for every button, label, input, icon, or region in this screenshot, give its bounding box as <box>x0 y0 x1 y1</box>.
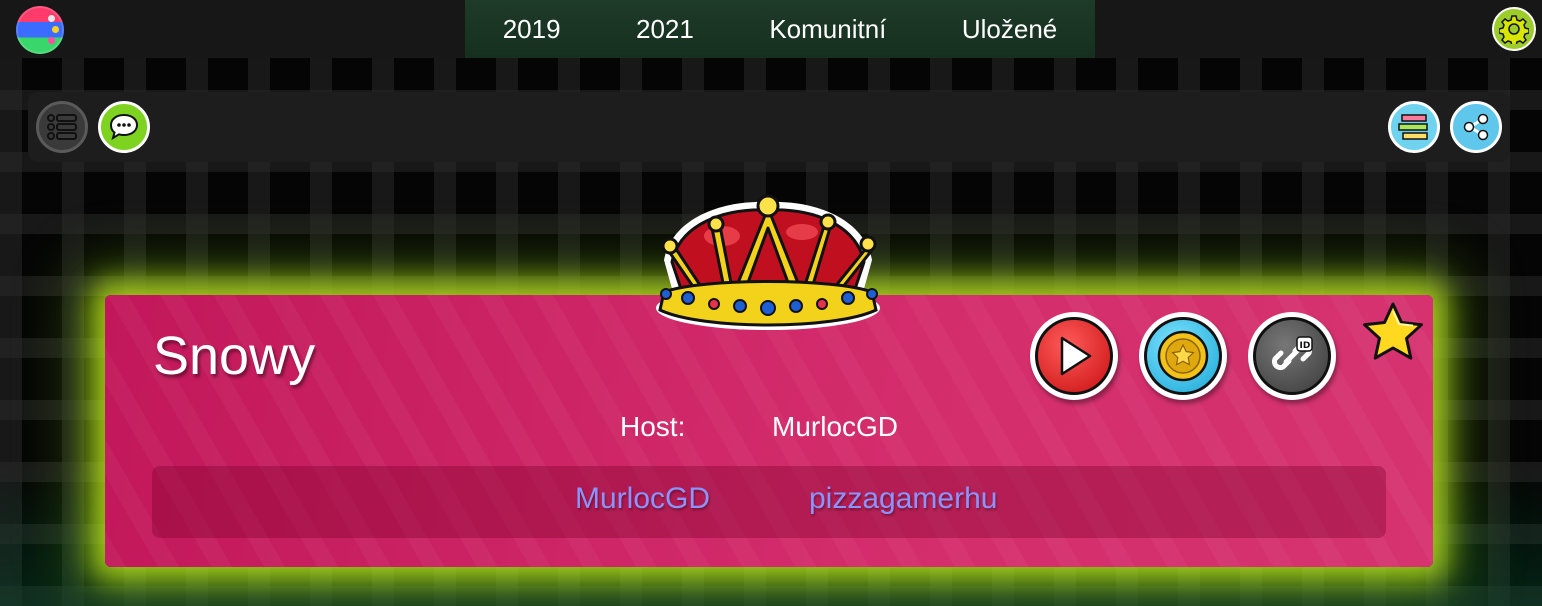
link-icon: ID <box>1271 336 1313 371</box>
nav-item-community[interactable]: Komunitní <box>763 14 892 45</box>
nav-item-saved[interactable]: Uložené <box>956 14 1063 45</box>
creators-list: MurlocGD pizzagamerhu <box>152 466 1386 538</box>
share-icon <box>1463 113 1489 141</box>
settings-button[interactable] <box>1492 7 1536 51</box>
host-name: MurlocGD <box>772 411 899 442</box>
crown-icon <box>656 194 880 330</box>
svg-text:ID: ID <box>1300 341 1311 351</box>
coin-button[interactable] <box>1139 312 1227 400</box>
nav-item-2021[interactable]: 2021 <box>630 14 700 45</box>
level-toolbar <box>28 92 1510 162</box>
gear-icon <box>1499 15 1529 44</box>
creator-link[interactable]: MurlocGD <box>575 482 710 516</box>
copy-link-button[interactable]: ID <box>1248 312 1336 400</box>
list-icon <box>47 114 77 140</box>
top-navigation-bar: 2019 2021 Komunitní Uložené <box>0 0 1542 58</box>
comments-button[interactable] <box>98 101 150 153</box>
level-title: Snowy <box>153 326 316 386</box>
sections-button[interactable] <box>1388 101 1440 153</box>
speech-bubble-icon <box>109 113 139 141</box>
stacked-bars-icon <box>1398 114 1428 140</box>
play-icon <box>1060 336 1092 376</box>
level-card: Snowy ID Host: MurlocGD MurlocGD pizzaga… <box>105 295 1433 567</box>
creator-link[interactable]: pizzagamerhu <box>809 482 997 516</box>
coin-icon <box>1157 330 1209 382</box>
play-button[interactable] <box>1030 312 1118 400</box>
host-label: Host: <box>620 411 686 442</box>
site-logo[interactable] <box>16 6 64 54</box>
nav-item-2019[interactable]: 2019 <box>497 14 567 45</box>
main-nav: 2019 2021 Komunitní Uložené <box>465 0 1095 58</box>
list-button[interactable] <box>36 101 88 153</box>
share-button[interactable] <box>1450 101 1502 153</box>
star-icon[interactable] <box>1360 301 1426 363</box>
